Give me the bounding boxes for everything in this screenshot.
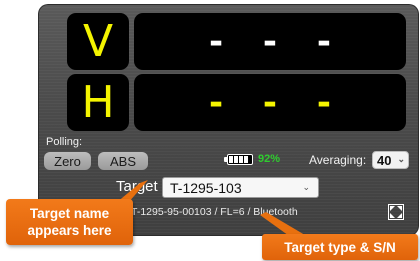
page: V - - - H - - - Polling: Zero ABS 92% Av… [0, 0, 420, 261]
target-name-callout-line1: Target name [29, 206, 110, 221]
target-name-callout: Target name appears here [6, 199, 133, 245]
target-name-callout-line2: appears here [27, 223, 112, 238]
target-type-callout: Target type & S/N [262, 234, 418, 260]
